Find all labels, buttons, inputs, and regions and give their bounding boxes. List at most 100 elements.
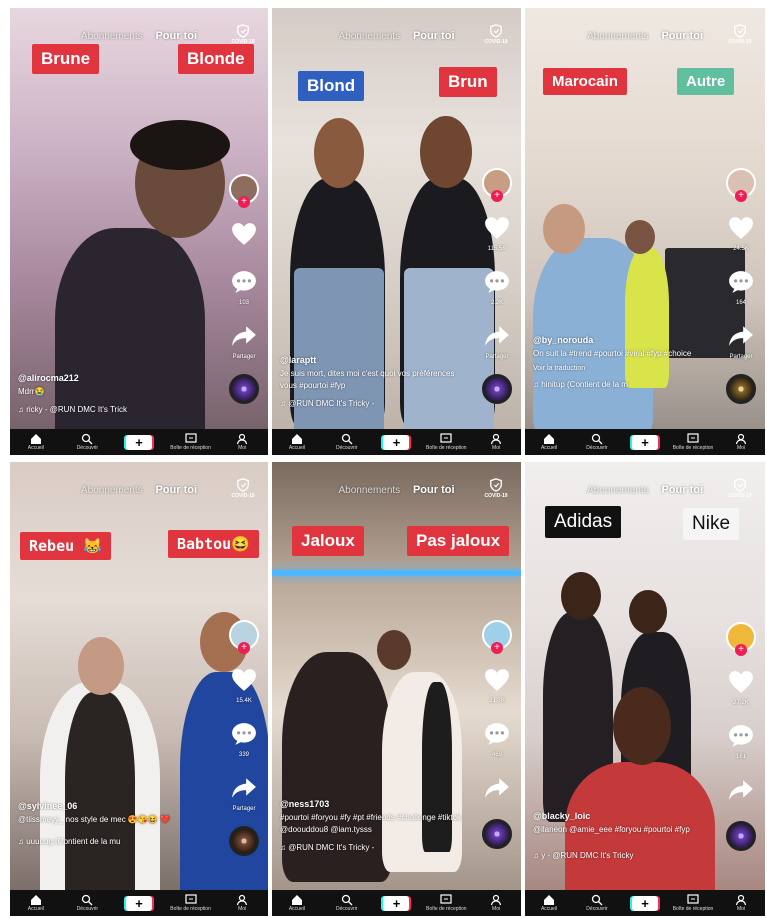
creator-avatar[interactable]: + — [726, 622, 756, 656]
heart-icon[interactable] — [484, 668, 510, 692]
creator-username[interactable]: @ness1703 — [280, 798, 469, 810]
creator-avatar[interactable]: + — [482, 168, 512, 202]
covid-button[interactable]: COVID-19 — [723, 478, 757, 499]
music-disc-icon[interactable] — [482, 819, 512, 849]
creator-avatar[interactable]: + — [726, 168, 756, 202]
music-disc-icon[interactable] — [726, 821, 756, 851]
creator-avatar[interactable]: + — [482, 620, 512, 654]
tab-for-you[interactable]: Pour toi — [155, 484, 197, 496]
creator-username[interactable]: @laraptt — [280, 354, 469, 366]
tab-following[interactable]: Abonnements — [587, 31, 649, 42]
nav-inbox[interactable]: Boîte de réception — [671, 433, 715, 451]
nav-home[interactable]: Accueil — [527, 894, 571, 912]
share-icon[interactable] — [728, 324, 754, 348]
covid-button[interactable]: COVID-19 — [723, 24, 757, 45]
tab-for-you[interactable]: Pour toi — [155, 30, 197, 42]
music-track[interactable]: ♫ y - @RUN DMC It's Tricky — [533, 850, 713, 862]
tab-following[interactable]: Abonnements — [587, 485, 649, 496]
nav-discover[interactable]: Découvrir — [325, 894, 369, 912]
nav-me[interactable]: Moi — [220, 433, 264, 451]
nav-discover[interactable]: Découvrir — [65, 894, 109, 912]
covid-button[interactable]: COVID-19 — [479, 478, 513, 499]
comment-icon[interactable] — [484, 722, 510, 746]
nav-discover[interactable]: Découvrir — [65, 433, 109, 451]
share-icon[interactable] — [231, 324, 257, 348]
nav-me[interactable]: Moi — [474, 894, 518, 912]
heart-icon[interactable] — [484, 216, 510, 240]
covid-button[interactable]: COVID-19 — [226, 478, 260, 499]
nav-home[interactable]: Accueil — [14, 894, 58, 912]
nav-discover[interactable]: Découvrir — [325, 433, 369, 451]
nav-create[interactable]: + — [623, 434, 667, 450]
nav-me[interactable]: Moi — [719, 433, 763, 451]
share-icon[interactable] — [231, 776, 257, 800]
share-icon[interactable] — [484, 776, 510, 800]
nav-inbox[interactable]: Boîte de réception — [424, 894, 468, 912]
covid-button[interactable]: COVID-19 — [226, 24, 260, 45]
nav-create[interactable]: + — [374, 434, 418, 450]
creator-username[interactable]: @alirocma212 — [18, 372, 216, 384]
comment-icon[interactable] — [231, 270, 257, 294]
tab-following[interactable]: Abonnements — [338, 485, 400, 496]
heart-icon[interactable] — [231, 668, 257, 692]
nav-inbox[interactable]: Boîte de réception — [671, 894, 715, 912]
tab-for-you[interactable]: Pour toi — [661, 484, 703, 496]
tab-following[interactable]: Abonnements — [81, 31, 143, 42]
nav-discover[interactable]: Découvrir — [575, 894, 619, 912]
nav-create[interactable]: + — [117, 434, 161, 450]
translate-link[interactable]: Voir la traduction — [533, 363, 713, 375]
nav-inbox[interactable]: Boîte de réception — [424, 433, 468, 451]
creator-username[interactable]: @by_norouda — [533, 334, 713, 346]
nav-create[interactable]: + — [117, 895, 161, 911]
follow-plus-icon[interactable]: + — [238, 642, 250, 654]
music-disc-icon[interactable] — [726, 374, 756, 404]
heart-icon[interactable] — [728, 670, 754, 694]
video-panel-2[interactable]: Abonnements Pour toi COVID-19 Blond Brun… — [272, 8, 521, 455]
music-disc-icon[interactable] — [229, 826, 259, 856]
share-icon[interactable] — [484, 324, 510, 348]
music-track[interactable]: ♫ @RUN DMC It's Tricky - — [280, 842, 469, 854]
video-panel-1[interactable]: Abonnements Pour toi COVID-19 Brune Blon… — [10, 8, 268, 455]
music-track[interactable]: ♫ uuuuug (Contient de la mu — [18, 836, 216, 848]
video-panel-6[interactable]: Abonnements Pour toi COVID-19 Adidas Nik… — [525, 462, 765, 916]
nav-discover[interactable]: Découvrir — [575, 433, 619, 451]
tab-following[interactable]: Abonnements — [81, 485, 143, 496]
nav-home[interactable]: Accueil — [14, 433, 58, 451]
covid-button[interactable]: COVID-19 — [479, 24, 513, 45]
tab-for-you[interactable]: Pour toi — [413, 484, 455, 496]
nav-me[interactable]: Moi — [719, 894, 763, 912]
follow-plus-icon[interactable]: + — [491, 190, 503, 202]
nav-inbox[interactable]: Boîte de réception — [169, 894, 213, 912]
tab-for-you[interactable]: Pour toi — [413, 30, 455, 42]
follow-plus-icon[interactable]: + — [735, 644, 747, 656]
nav-home[interactable]: Accueil — [275, 433, 319, 451]
video-panel-3[interactable]: Abonnements Pour toi COVID-19 Marocain A… — [525, 8, 765, 455]
comment-icon[interactable] — [484, 270, 510, 294]
video-panel-5[interactable]: Abonnements Pour toi COVID-19 Jaloux Pas… — [272, 462, 521, 916]
creator-avatar[interactable]: + — [229, 174, 259, 208]
creator-username[interactable]: @blacky_loic — [533, 810, 713, 822]
video-panel-4[interactable]: Abonnements Pour toi COVID-19 Rebeu 😹 Ba… — [10, 462, 268, 916]
music-disc-icon[interactable] — [229, 374, 259, 404]
tab-for-you[interactable]: Pour toi — [661, 30, 703, 42]
comment-icon[interactable] — [728, 724, 754, 748]
nav-me[interactable]: Moi — [474, 433, 518, 451]
comment-icon[interactable] — [231, 722, 257, 746]
music-track[interactable]: ♫ ricky - @RUN DMC It's Trick — [18, 404, 216, 416]
music-track[interactable]: ♫ @RUN DMC It's Tricky - — [280, 398, 469, 410]
music-track[interactable]: ♫ hinitup (Contient de la m — [533, 379, 713, 391]
heart-icon[interactable] — [231, 222, 257, 246]
follow-plus-icon[interactable]: + — [491, 642, 503, 654]
creator-username[interactable]: @sylvinee_06 — [18, 800, 216, 812]
share-icon[interactable] — [728, 778, 754, 802]
nav-home[interactable]: Accueil — [527, 433, 571, 451]
music-disc-icon[interactable] — [482, 374, 512, 404]
nav-create[interactable]: + — [374, 895, 418, 911]
nav-inbox[interactable]: Boîte de réception — [169, 433, 213, 451]
nav-home[interactable]: Accueil — [275, 894, 319, 912]
comment-icon[interactable] — [728, 270, 754, 294]
follow-plus-icon[interactable]: + — [238, 196, 250, 208]
tab-following[interactable]: Abonnements — [338, 31, 400, 42]
nav-create[interactable]: + — [623, 895, 667, 911]
heart-icon[interactable] — [728, 216, 754, 240]
